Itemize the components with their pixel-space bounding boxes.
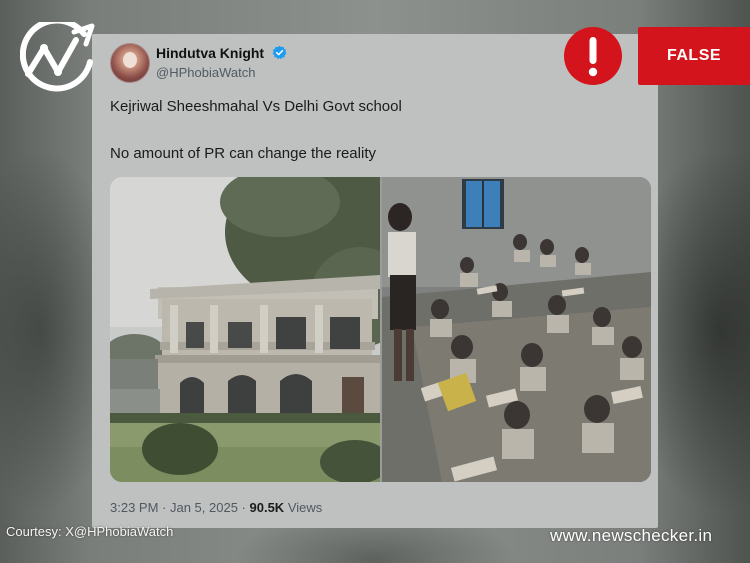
mansion-photo[interactable] [110, 177, 380, 482]
tweet-text-line-2: No amount of PR can change the reality [110, 145, 376, 162]
tweet-media[interactable] [110, 177, 651, 482]
image-credit: Courtesy: X@HPhobiaWatch [6, 524, 174, 539]
meta-separator-1: · [158, 500, 170, 515]
tweet-date[interactable]: Jan 5, 2025 [170, 500, 238, 515]
avatar[interactable] [110, 43, 150, 83]
tweet-text-line-1: Kejriwal Sheeshmahal Vs Delhi Govt schoo… [110, 98, 402, 115]
classroom-photo[interactable] [382, 177, 651, 482]
site-url[interactable]: www.newschecker.in [550, 526, 712, 546]
newschecker-logo-icon [20, 22, 95, 92]
tweet-time[interactable]: 3:23 PM [110, 500, 158, 515]
author-name[interactable]: Hindutva Knight [156, 45, 264, 61]
meta-separator-2: · [237, 500, 250, 515]
verified-badge-icon [272, 45, 287, 60]
tweet-meta: 3:23 PM · Jan 5, 2025 · 90.5K Views [110, 500, 322, 515]
views-count: 90.5K [249, 500, 285, 515]
views-label: Views [284, 500, 323, 515]
exclamation-icon [564, 27, 622, 85]
author-handle[interactable]: @HPhobiaWatch [156, 65, 255, 80]
verdict-badge: FALSE [638, 27, 750, 85]
